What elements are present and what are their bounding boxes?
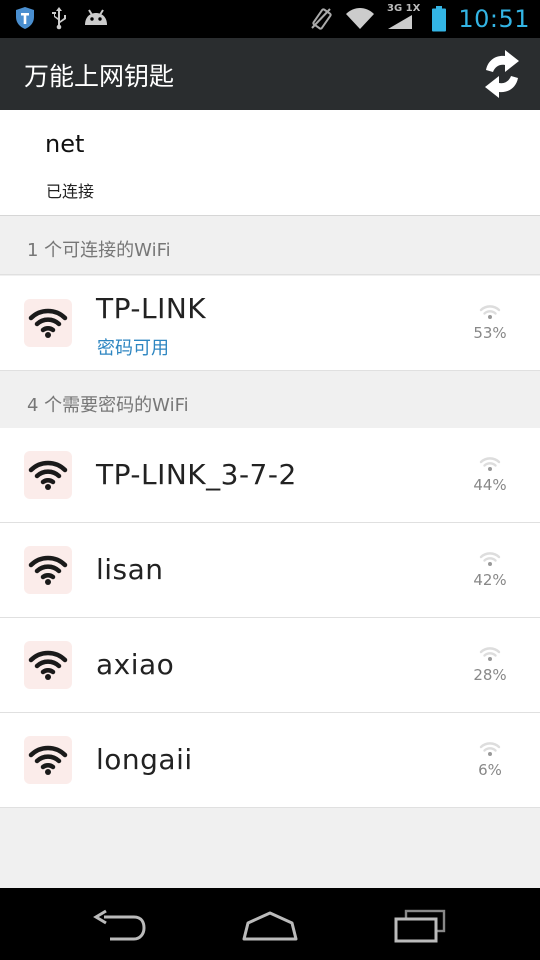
signal-indicator: 53% [470,304,510,342]
refresh-button[interactable] [474,46,530,102]
usb-icon [52,7,66,30]
signal-indicator: 6% [470,741,510,779]
signal-percent: 42% [473,571,507,589]
wifi-ssid: TP-LINK [96,292,207,325]
section-header-label: 4 个需要密码的WiFi [27,395,189,416]
recent-apps-button[interactable] [385,906,455,946]
section-header-available: 1 个可连接的WiFi [0,216,540,275]
shield-icon [16,7,34,29]
refresh-icon [485,50,519,98]
signal-indicator: 44% [470,456,510,494]
wifi-row-tp-link-3-7-2[interactable]: TP-LINK_3-7-2 44% [0,428,540,523]
wifi-icon [24,736,72,784]
signal-percent: 53% [473,324,507,342]
back-button[interactable] [85,906,155,946]
vibrate-icon [311,7,332,30]
signal-strength-icon [479,552,501,566]
battery-icon [432,5,447,31]
wifi-row-tp-link[interactable]: TP-LINK 密码可用 53% [0,276,540,371]
network-type-bottom: 1X [405,3,421,14]
signal-strength-icon [479,647,501,661]
password-available-label: 密码可用 [97,338,169,359]
wifi-icon [24,451,72,499]
signal-indicator: 42% [470,551,510,589]
wifi-row-longaii[interactable]: longaii 6% [0,713,540,808]
home-icon [242,911,298,941]
connection-state: 已连接 [46,182,95,201]
connected-ssid: net [45,130,85,158]
signal-strength-icon [479,457,501,471]
connected-network[interactable]: net 已连接 [0,110,540,216]
signal-percent: 6% [478,761,502,779]
wifi-ssid: longaii [96,743,193,776]
back-icon [93,909,146,941]
android-debug-icon [85,9,107,25]
navigation-bar [0,888,540,960]
cell-signal-icon [388,15,412,29]
home-button[interactable] [235,906,305,946]
wifi-ssid: lisan [96,553,164,586]
wifi-icon [24,546,72,594]
signal-indicator: 28% [470,646,510,684]
signal-strength-icon [479,305,501,319]
network-type-top: 3G [387,3,403,14]
wifi-row-lisan[interactable]: lisan 42% [0,523,540,618]
section-header-label: 1 个可连接的WiFi [27,240,171,261]
wifi-icon [24,299,72,347]
status-bar: 3G 1X 10:51 [0,0,540,38]
wifi-ssid: TP-LINK_3-7-2 [96,458,297,491]
recent-apps-icon [394,909,446,943]
clock: 10:51 [458,4,530,33]
app-title: 万能上网钥匙 [24,62,175,91]
section-header-password-required: 4 个需要密码的WiFi [0,371,540,430]
network-type-indicator: 3G 1X [387,4,420,33]
signal-percent: 44% [473,476,507,494]
signal-percent: 28% [473,666,507,684]
wifi-status-icon [346,7,374,29]
wifi-ssid: axiao [96,648,175,681]
wifi-row-axiao[interactable]: axiao 28% [0,618,540,713]
wifi-icon [24,641,72,689]
action-bar: 万能上网钥匙 [0,38,540,110]
signal-strength-icon [479,742,501,756]
